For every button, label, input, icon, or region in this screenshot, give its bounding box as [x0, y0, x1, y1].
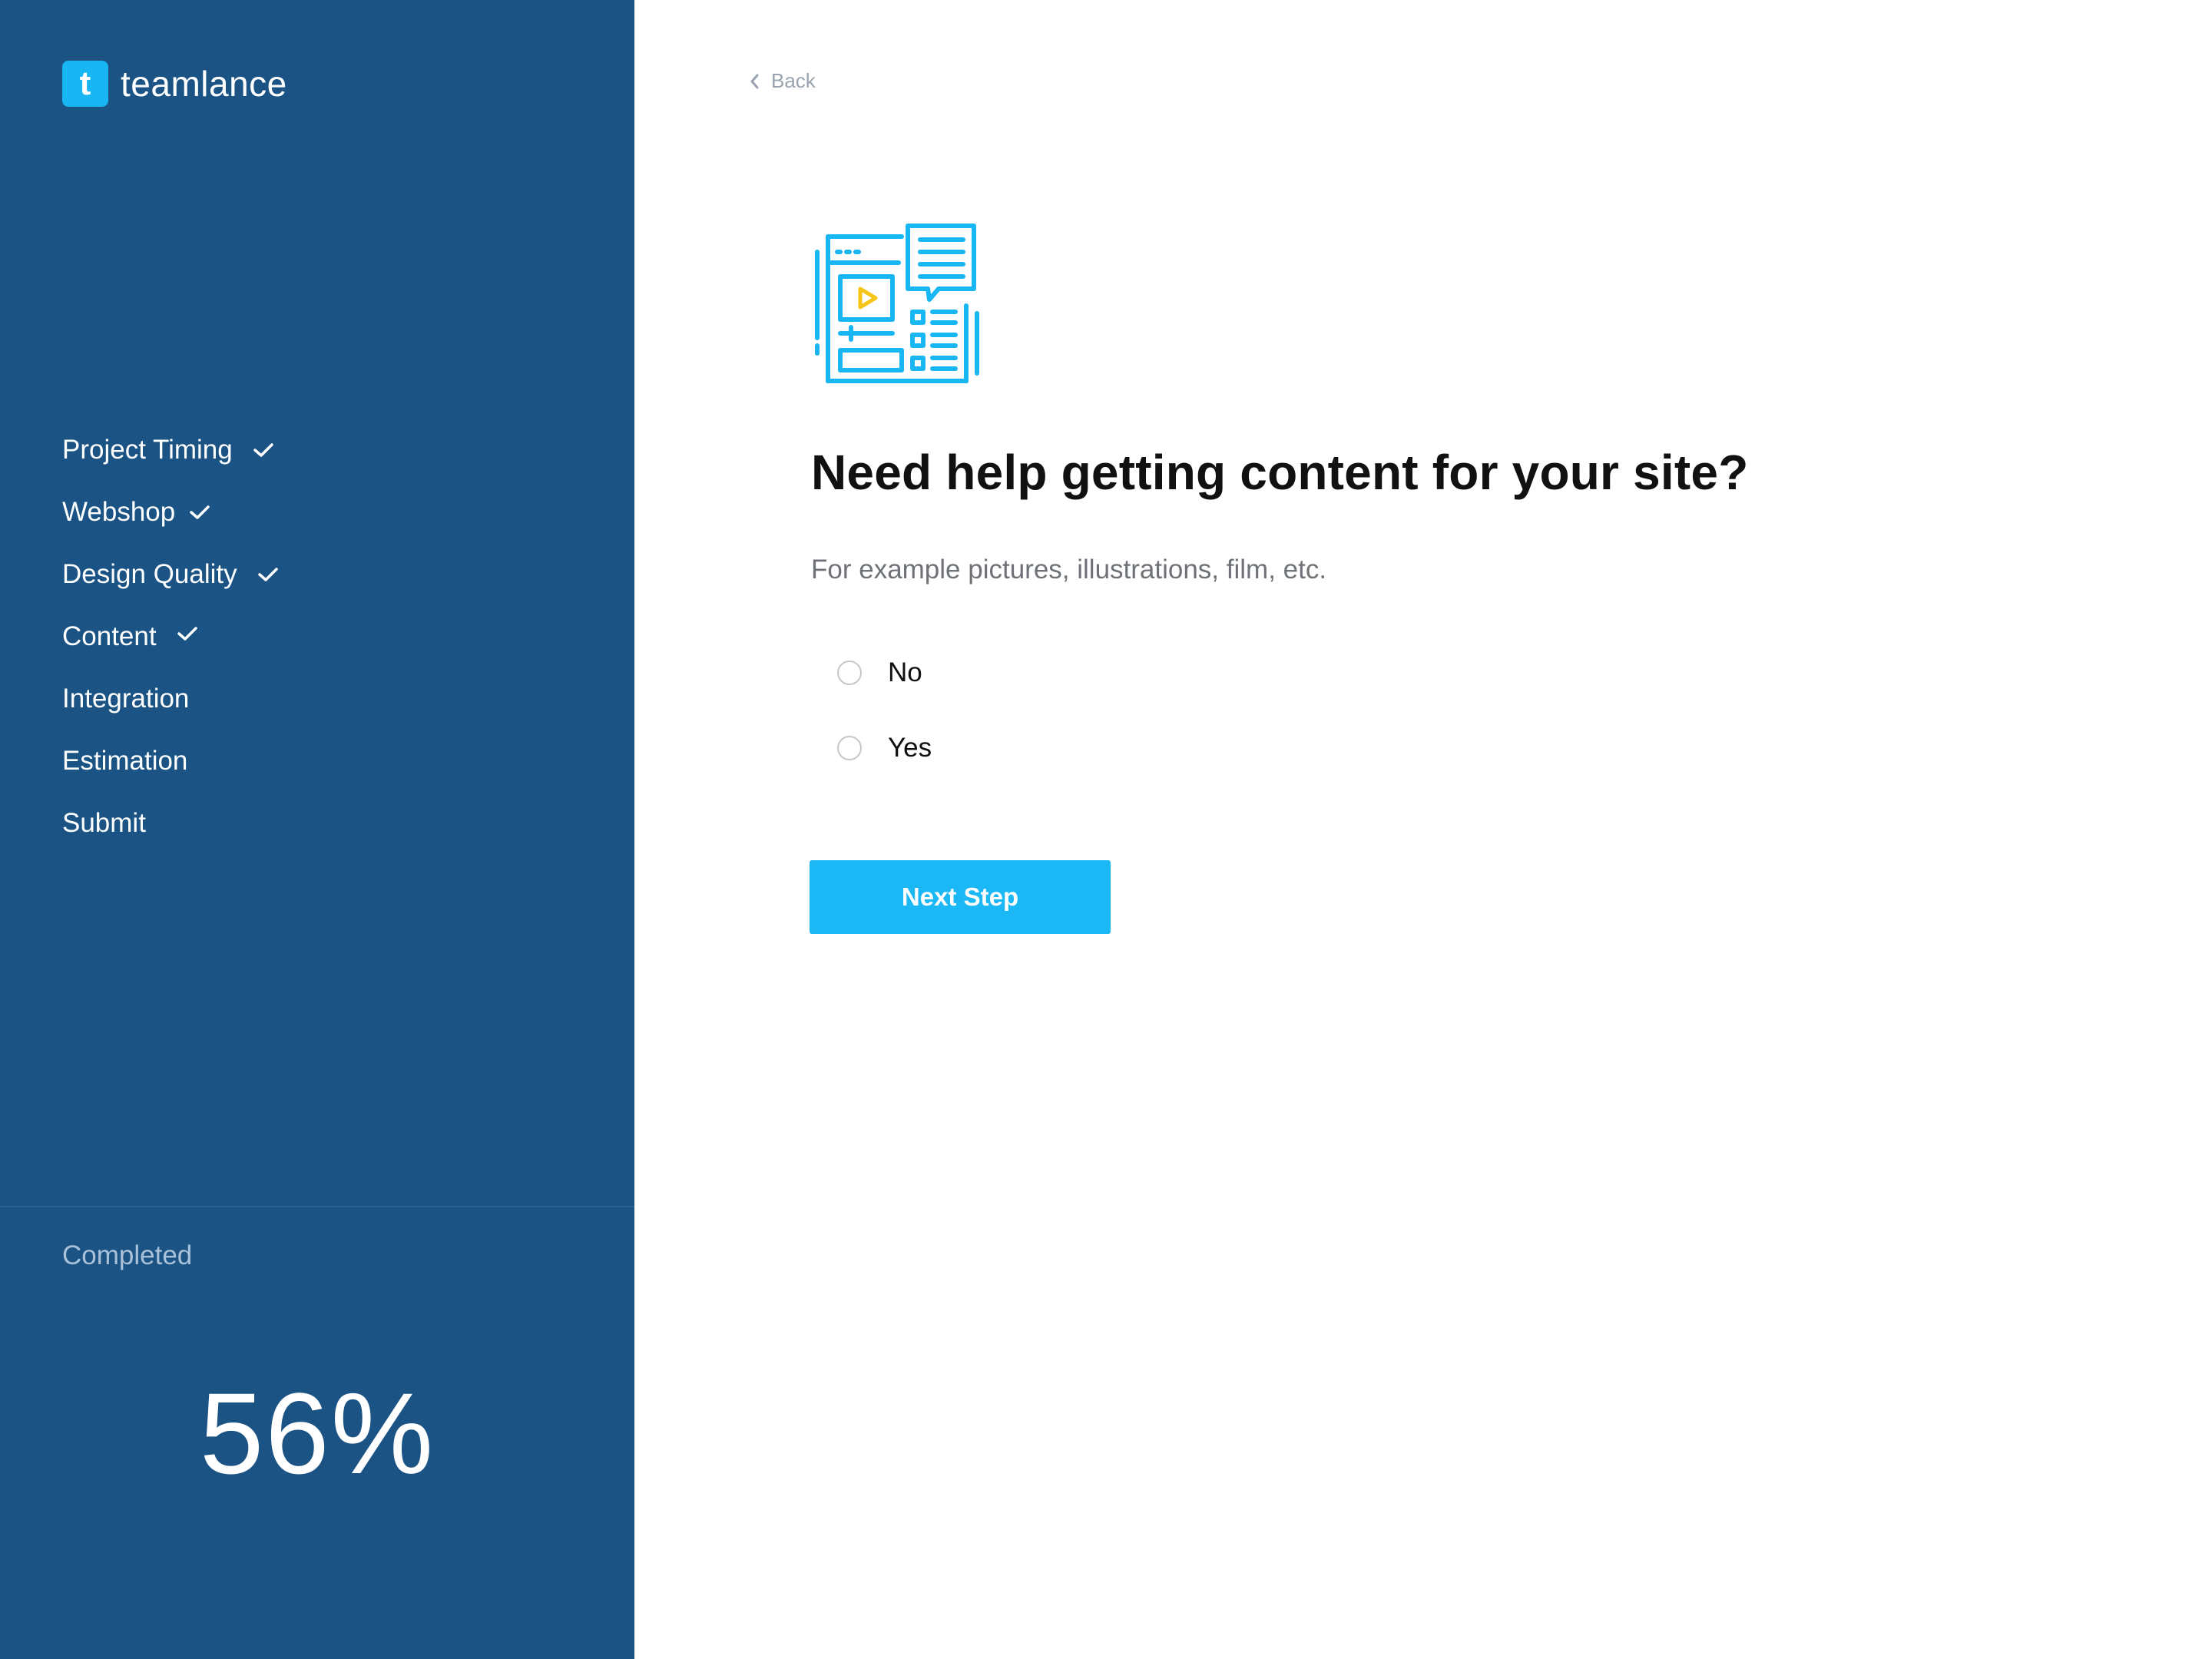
back-label: Back [771, 69, 816, 92]
check-icon [177, 626, 197, 641]
back-link[interactable]: Back [748, 69, 816, 93]
option-yes[interactable]: Yes [837, 733, 932, 763]
step-label: Design Quality [62, 558, 237, 589]
check-icon [253, 442, 273, 457]
step-webshop[interactable]: Webshop [62, 481, 279, 543]
brand-name: teamlance [121, 64, 287, 104]
sidebar: t teamlance Project Timing Webshop Desig… [0, 0, 634, 1659]
brand-logo[interactable]: t teamlance [62, 61, 287, 107]
step-list: Project Timing Webshop Design Quality Co… [62, 419, 279, 854]
option-no[interactable]: No [837, 657, 922, 688]
logo-mark-icon: t [62, 61, 108, 107]
completed-percent: 56% [199, 1369, 435, 1498]
step-label: Project Timing [62, 434, 233, 465]
radio-button[interactable] [837, 736, 862, 760]
step-design-quality[interactable]: Design Quality [62, 543, 279, 605]
step-estimation[interactable]: Estimation [62, 730, 279, 792]
check-icon [257, 567, 278, 581]
step-label: Content [62, 621, 157, 651]
sidebar-divider [0, 1206, 634, 1207]
completed-label: Completed [62, 1240, 193, 1270]
step-label: Webshop [62, 496, 176, 527]
step-integration[interactable]: Integration [62, 667, 279, 730]
next-step-button[interactable]: Next Step [810, 860, 1111, 934]
step-project-timing[interactable]: Project Timing [62, 419, 279, 481]
step-label: Integration [62, 683, 190, 714]
step-label: Submit [62, 807, 146, 838]
step-content[interactable]: Content [62, 605, 279, 667]
question-subtitle: For example pictures, illustrations, fil… [811, 555, 1327, 584]
content-media-icon [815, 224, 979, 383]
radio-button[interactable] [837, 661, 862, 685]
step-submit[interactable]: Submit [62, 792, 279, 854]
step-label: Estimation [62, 745, 188, 776]
option-label: No [888, 657, 922, 687]
question-heading: Need help getting content for your site? [811, 445, 1749, 500]
main-panel: Back Need help getting content for your … [634, 0, 2212, 1659]
option-label: Yes [888, 733, 932, 763]
check-icon [190, 505, 210, 519]
chevron-left-icon [750, 74, 759, 88]
